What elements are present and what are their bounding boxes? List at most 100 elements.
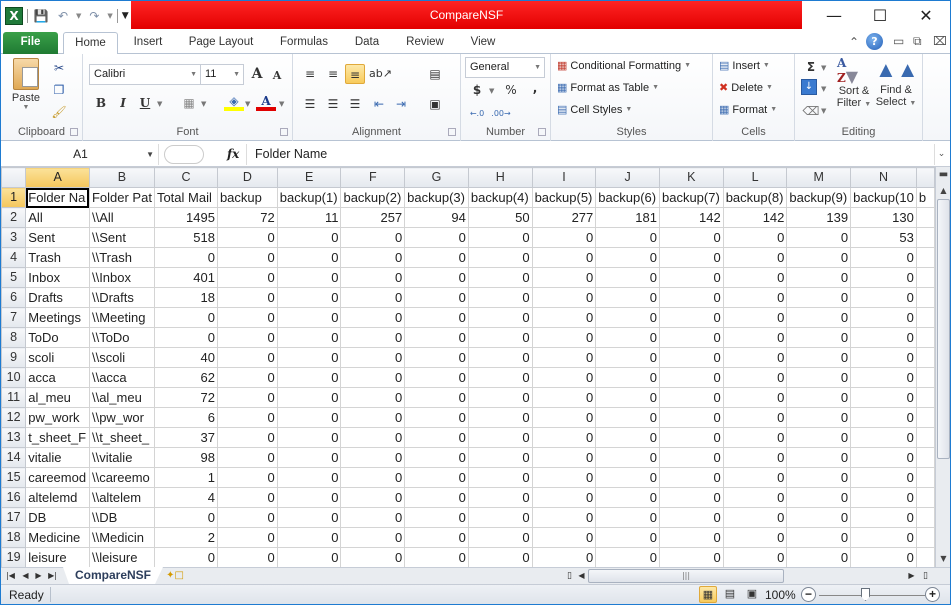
cell[interactable]: 0 — [531, 287, 597, 308]
cell[interactable]: Inbox — [25, 267, 90, 288]
cell[interactable]: 0 — [850, 507, 917, 528]
cell[interactable]: 0 — [276, 527, 342, 548]
cell[interactable]: 94 — [404, 207, 469, 228]
help-icon[interactable]: ? — [866, 33, 883, 50]
cell[interactable]: acca — [25, 367, 90, 388]
cell[interactable]: \\DB — [88, 507, 155, 528]
cell[interactable]: 0 — [722, 487, 788, 508]
cell[interactable]: 0 — [404, 367, 469, 388]
column-header[interactable]: M — [786, 167, 852, 188]
cell[interactable]: 0 — [216, 507, 278, 528]
cell[interactable]: 0 — [340, 507, 406, 528]
cell[interactable]: backup(1) — [276, 187, 342, 208]
cell[interactable]: backup(8) — [722, 187, 788, 208]
fill-color-dropdown-icon[interactable]: ▼ — [245, 100, 250, 108]
cell[interactable]: 2 — [153, 527, 218, 548]
cell[interactable]: Meetings — [25, 307, 90, 328]
active-cell[interactable]: Folder Na — [25, 187, 90, 208]
number-launcher-icon[interactable] — [538, 128, 546, 136]
cell[interactable]: \\All — [88, 207, 155, 228]
currency-button[interactable]: $ — [467, 80, 487, 100]
cell[interactable]: 0 — [276, 407, 342, 428]
cell[interactable]: 0 — [658, 507, 724, 528]
cell[interactable]: backup(9) — [786, 187, 852, 208]
cell[interactable]: 142 — [722, 207, 788, 228]
cell[interactable]: \\altelem — [88, 487, 155, 508]
cell[interactable]: 0 — [467, 487, 533, 508]
first-sheet-icon[interactable]: |◀ — [4, 568, 17, 584]
align-bottom-icon[interactable]: ≡ — [345, 64, 365, 84]
fill-icon[interactable]: ↓ — [801, 79, 817, 95]
cell[interactable]: 0 — [153, 507, 218, 528]
cell[interactable]: \\Inbox — [88, 267, 155, 288]
cell[interactable]: 0 — [595, 307, 660, 328]
insert-cells-button[interactable]: ▤ Insert ▼ — [719, 59, 770, 73]
cell[interactable] — [915, 407, 935, 428]
cell[interactable]: 0 — [850, 367, 917, 388]
fill-color-icon[interactable]: ◈ — [224, 91, 244, 111]
cell[interactable] — [915, 307, 935, 328]
minimize-ribbon-icon[interactable]: ⌃ — [849, 35, 859, 49]
comma-button[interactable]: , — [525, 78, 545, 98]
autosum-button[interactable]: Σ — [801, 57, 821, 77]
cell[interactable]: 62 — [153, 367, 218, 388]
maximize-button[interactable]: ☐ — [857, 1, 903, 31]
cell[interactable]: 0 — [595, 247, 660, 268]
cell[interactable]: 0 — [786, 287, 852, 308]
cell[interactable]: 0 — [786, 527, 852, 548]
zoom-slider-track[interactable] — [819, 595, 925, 596]
cell[interactable]: 0 — [531, 347, 597, 368]
page-break-view-icon[interactable]: ▣ — [743, 586, 761, 603]
borders-icon[interactable]: ▦ — [179, 93, 199, 113]
row-header[interactable]: 17 — [1, 507, 27, 528]
format-cells-button[interactable]: ▦ Format ▼ — [719, 103, 777, 117]
cell[interactable]: 277 — [531, 207, 597, 228]
cell[interactable]: 0 — [340, 267, 406, 288]
cell[interactable]: 0 — [658, 367, 724, 388]
tab-formulas[interactable]: Formulas — [273, 32, 335, 54]
cell[interactable]: al_meu — [25, 387, 90, 408]
cell[interactable]: 0 — [531, 227, 597, 248]
chevron-down-icon[interactable]: ▼ — [146, 144, 154, 165]
font-size-combo[interactable]: 11 ▼ — [200, 64, 244, 85]
column-header[interactable]: H — [467, 167, 533, 188]
cell[interactable]: 0 — [722, 387, 788, 408]
cell[interactable]: 0 — [467, 267, 533, 288]
formula-input[interactable]: Folder Name — [246, 144, 934, 165]
cell[interactable]: 0 — [531, 307, 597, 328]
cell[interactable]: 0 — [216, 427, 278, 448]
cell[interactable]: DB — [25, 507, 90, 528]
cell[interactable]: 0 — [276, 367, 342, 388]
cell[interactable]: 0 — [216, 307, 278, 328]
row-header[interactable]: 18 — [1, 527, 27, 548]
column-header[interactable]: L — [722, 167, 788, 188]
cell[interactable]: 0 — [722, 427, 788, 448]
cell[interactable]: Trash — [25, 247, 90, 268]
cell[interactable]: 0 — [595, 507, 660, 528]
cell[interactable] — [915, 527, 935, 548]
cell[interactable]: 0 — [467, 427, 533, 448]
currency-dropdown-icon[interactable]: ▼ — [489, 87, 494, 95]
cell[interactable]: 0 — [786, 347, 852, 368]
cell[interactable] — [915, 387, 935, 408]
cell[interactable] — [915, 367, 935, 388]
cell[interactable]: altelemd — [25, 487, 90, 508]
cell[interactable]: \\ToDo — [88, 327, 155, 348]
cell[interactable]: 0 — [658, 527, 724, 548]
cell[interactable]: leisure — [25, 547, 90, 567]
cell[interactable]: 139 — [786, 207, 852, 228]
cell[interactable]: backup(5) — [531, 187, 597, 208]
cell[interactable]: 0 — [850, 247, 917, 268]
cell[interactable]: 0 — [786, 507, 852, 528]
cell[interactable]: 50 — [467, 207, 533, 228]
cell[interactable] — [915, 467, 935, 488]
cell[interactable]: 0 — [153, 307, 218, 328]
cell[interactable]: \\Trash — [88, 247, 155, 268]
cell[interactable]: 0 — [467, 227, 533, 248]
column-header[interactable]: D — [216, 167, 278, 188]
row-header[interactable]: 9 — [1, 347, 27, 368]
cell[interactable]: 0 — [850, 307, 917, 328]
workbook-close-icon[interactable]: ⌧ — [933, 34, 947, 48]
cell[interactable]: 0 — [786, 427, 852, 448]
cell[interactable] — [915, 267, 935, 288]
